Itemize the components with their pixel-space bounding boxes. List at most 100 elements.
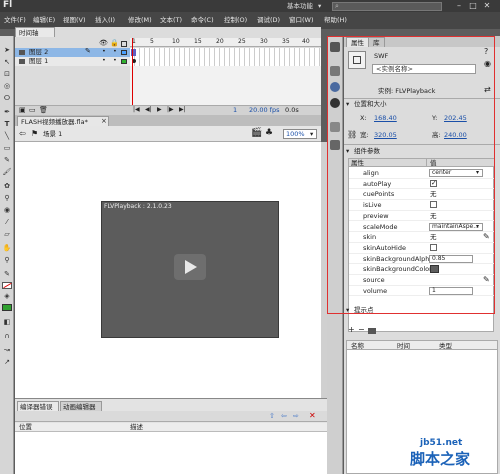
timeline-panel: 时间轴 👁 🔒 1 5 10 15 20 25 30 35 40 图层 2 ✎ … (15, 27, 321, 115)
layer-row-1[interactable]: 图层 1 • • (15, 57, 321, 66)
add-icon[interactable]: + (348, 326, 355, 334)
close-tab-icon[interactable]: × (101, 118, 107, 125)
smooth-icon[interactable]: ↝ (2, 346, 12, 355)
layer-outline-color[interactable] (121, 50, 127, 55)
frame-number: 40 (302, 38, 310, 45)
minimize-button[interactable]: – (453, 1, 465, 11)
frame-number: 25 (238, 38, 246, 45)
workspace-switcher[interactable]: 基本功能 (287, 3, 313, 10)
black-white-icon[interactable]: ◧ (2, 318, 12, 327)
new-layer-icon[interactable]: ▣ (19, 107, 26, 114)
eye-icon[interactable]: 👁 (99, 40, 108, 47)
first-frame-icon[interactable]: |◀ (133, 107, 140, 113)
brush-tool-icon[interactable]: 🖌 (2, 168, 12, 177)
current-frame[interactable]: 1 (233, 107, 237, 114)
straighten-icon[interactable]: ↗ (2, 358, 12, 367)
snap-to-objects-icon[interactable]: ∩ (2, 332, 12, 341)
layer-icon (19, 50, 25, 55)
scene-name[interactable]: 场景 1 (43, 131, 62, 138)
column-location: 位置 (19, 423, 32, 431)
playhead[interactable] (132, 38, 133, 112)
3d-rotation-tool-icon[interactable]: ◎ (2, 82, 12, 91)
edit-symbols-icon[interactable]: ♣ (265, 129, 273, 138)
zoom-select[interactable]: 100% ▾ (283, 129, 317, 139)
up-arrow-icon[interactable]: ⇧ (269, 413, 275, 420)
menu-commands[interactable]: 命令(C) (188, 17, 217, 24)
menu-debug[interactable]: 调试(D) (254, 17, 283, 24)
prev-frame-icon[interactable]: ◀| (145, 107, 152, 113)
deco-tool-icon[interactable]: ✿ (2, 182, 12, 191)
stroke-color-swatch[interactable] (2, 282, 12, 289)
bone-tool-icon[interactable]: ⚲ (2, 194, 12, 203)
document-tab[interactable]: FLASH视频播放器.fla* × (17, 116, 109, 126)
fill-color-swatch[interactable] (2, 304, 12, 311)
menu-modify[interactable]: 修改(M) (125, 17, 155, 24)
remove-icon[interactable]: − (358, 326, 365, 334)
panel-toolbar: ⇧ ⇦ ⇨ ✕ (15, 411, 327, 422)
outline-icon[interactable] (121, 41, 127, 47)
search-input[interactable]: ⌕ (332, 2, 442, 11)
maximize-button[interactable]: □ (467, 1, 479, 11)
document-tab-label: FLASH视频播放器.fla* (21, 118, 88, 126)
lock-dot[interactable]: • (113, 57, 117, 64)
menu-text[interactable]: 文本(T) (157, 17, 185, 24)
frame-rate[interactable]: 20.00 fps (249, 107, 279, 114)
layer-outline-color[interactable] (121, 59, 127, 64)
eyedropper-tool-icon[interactable]: ⁄ (2, 218, 12, 227)
frame-ruler[interactable]: 1 5 10 15 20 25 30 35 40 (130, 38, 321, 47)
text-tool-icon[interactable]: T (2, 120, 12, 129)
play-icon[interactable]: ▶ (157, 107, 162, 113)
close-button[interactable]: ✕ (481, 1, 493, 11)
subselection-tool-icon[interactable]: ↖ (2, 58, 12, 67)
menu-help[interactable]: 帮助(H) (321, 17, 350, 24)
frame-number: 30 (260, 38, 268, 45)
menu-file[interactable]: 文件(F) (1, 17, 29, 24)
chevron-down-icon: ▾ (310, 130, 314, 138)
layer-header[interactable]: 图层 1 • • (15, 57, 130, 66)
selection-tool-icon[interactable]: ➤ (2, 46, 12, 55)
free-transform-tool-icon[interactable]: ⊡ (2, 70, 12, 79)
fill-color-icon[interactable]: ◈ (2, 292, 12, 301)
chevron-down-icon[interactable]: ▾ (318, 3, 321, 10)
edit-scene-icon[interactable]: 🎬 (251, 129, 262, 138)
layer-row-2[interactable]: 图层 2 ✎ • • (15, 48, 321, 57)
stroke-color-icon[interactable]: ✎ (2, 270, 12, 279)
line-tool-icon[interactable]: ╲ (2, 132, 12, 141)
layer-frames[interactable] (130, 57, 321, 66)
hand-tool-icon[interactable]: ✋ (2, 244, 12, 253)
folder-icon[interactable] (368, 328, 376, 334)
delete-layer-icon[interactable]: 🗑 (39, 107, 48, 114)
tab-compiler-errors[interactable]: 编译器错误 (17, 401, 59, 411)
lasso-tool-icon[interactable]: ⵔ (2, 94, 12, 103)
visible-dot[interactable]: • (102, 57, 106, 64)
eraser-tool-icon[interactable]: ▱ (2, 230, 12, 239)
column-time: 时间 (397, 342, 410, 350)
empty-frames (130, 66, 321, 105)
zoom-tool-icon[interactable]: ⚲ (2, 256, 12, 265)
last-frame-icon[interactable]: ▶| (179, 107, 186, 113)
menu-view[interactable]: 视图(V) (60, 17, 89, 24)
tab-timeline-label: 时间轴 (19, 29, 39, 37)
menu-window[interactable]: 窗口(W) (286, 17, 317, 24)
right-arrow-icon[interactable]: ⇨ (293, 413, 299, 420)
paint-bucket-tool-icon[interactable]: ◉ (2, 206, 12, 215)
new-folder-icon[interactable]: ▭ (29, 107, 36, 114)
tab-motion-editor[interactable]: 动画编辑器 (60, 401, 102, 411)
pencil-tool-icon[interactable]: ✎ (2, 156, 12, 165)
next-frame-icon[interactable]: |▶ (167, 107, 174, 113)
tab-timeline[interactable]: 时间轴 (15, 27, 55, 37)
watermark-url: jb51.net (420, 438, 463, 448)
menu-insert[interactable]: 插入(I) (92, 17, 118, 24)
visible-dot[interactable]: • (102, 48, 106, 55)
layer-frames[interactable] (130, 48, 321, 57)
lock-dot[interactable]: • (113, 48, 117, 55)
back-arrow-icon[interactable]: ⇦ (19, 130, 26, 138)
menu-edit[interactable]: 编辑(E) (30, 17, 58, 24)
highlight-frame (327, 36, 495, 314)
clear-icon[interactable]: ✕ (309, 412, 316, 420)
lock-icon[interactable]: 🔒 (110, 40, 119, 47)
menu-control[interactable]: 控制(O) (221, 17, 250, 24)
rectangle-tool-icon[interactable]: ▭ (2, 144, 12, 153)
left-arrow-icon[interactable]: ⇦ (281, 413, 287, 420)
pen-tool-icon[interactable]: ✒ (2, 108, 12, 117)
